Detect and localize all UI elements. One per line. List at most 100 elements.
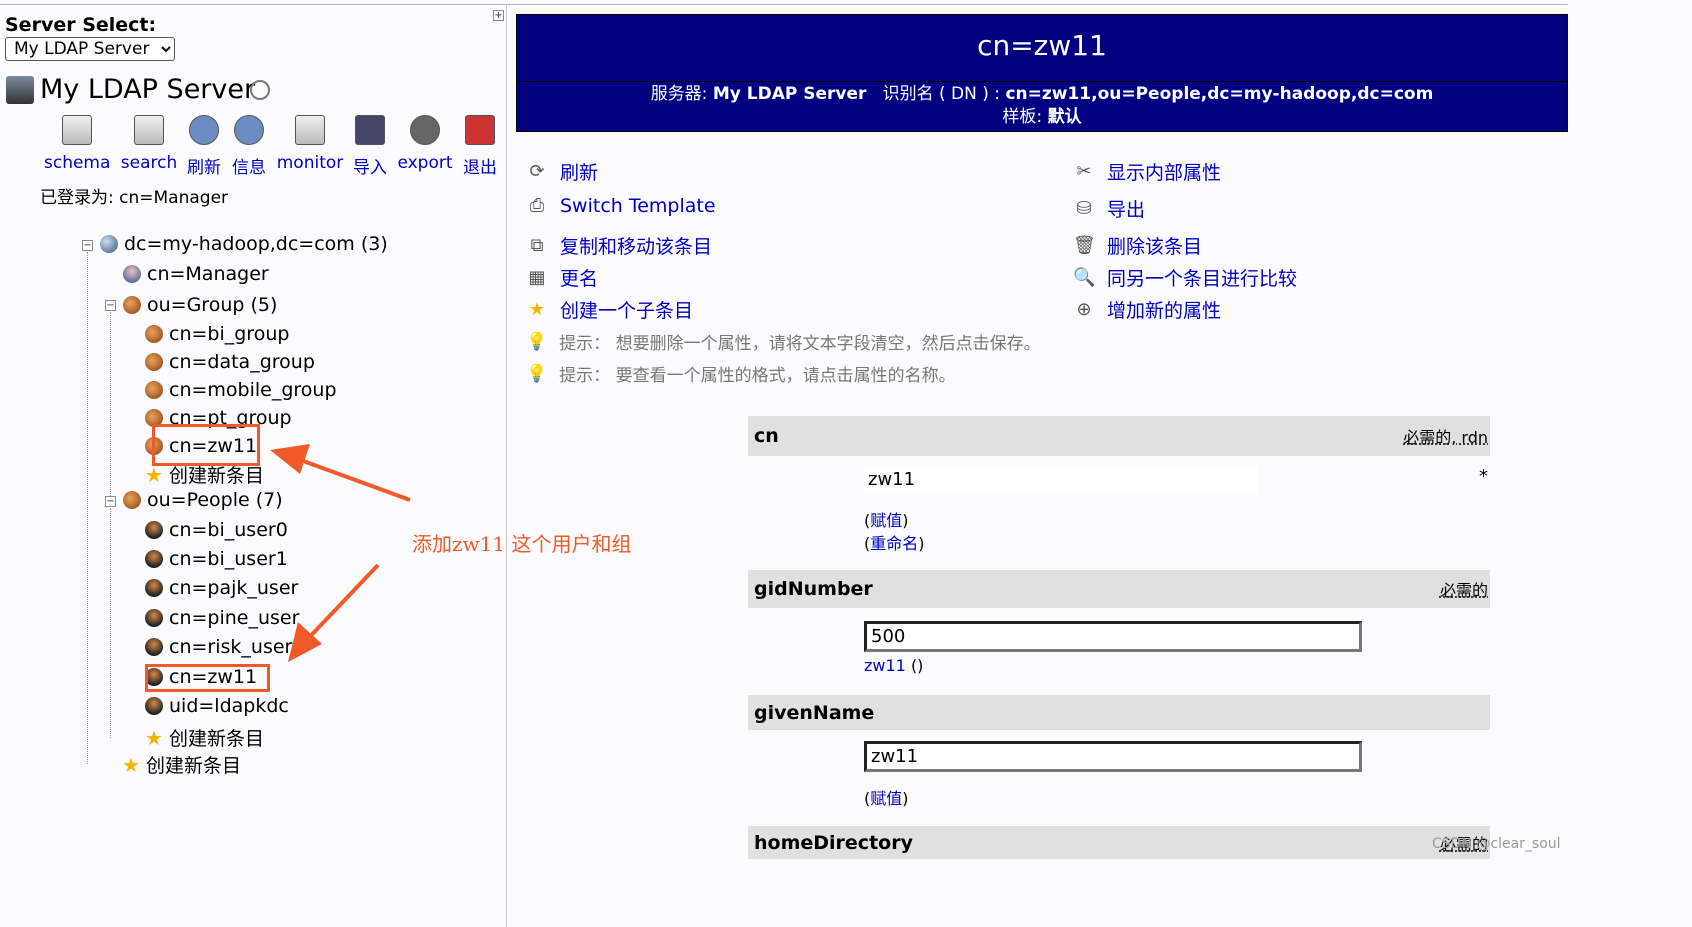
tree-item-group-entry[interactable]: cn=bi_group [145,323,289,345]
tree-line [110,312,111,502]
monitor-icon [295,115,325,145]
user-icon [145,521,163,539]
logged-in-as: 已登录为: cn=Manager [40,188,229,208]
action-add-attribute[interactable]: ⊕ 增加新的属性 [1073,296,1221,323]
gidnumber-input[interactable] [864,621,1362,652]
attr-name[interactable]: homeDirectory [754,832,913,854]
schema-icon [62,115,92,145]
cn-rdn-marker: * [1479,466,1488,487]
arrow-line [300,563,380,647]
add-attribute-icon: ⊕ [1076,298,1092,320]
export-icon [410,115,440,145]
annotation-text: 添加zw11 这个用户和组 [412,532,632,556]
action-switch-template[interactable]: ⎙ Switch Template [526,195,716,217]
toolbar-monitor[interactable]: monitor [276,115,344,173]
tree-item-group-entry[interactable]: cn=mobile_group [145,379,337,401]
dn-value: cn=zw11,ou=People,dc=my-hadoop,dc=com [1005,84,1434,104]
attr-name[interactable]: cn [754,425,779,447]
info-icon [234,115,264,145]
user-icon [145,550,163,568]
toolbar-schema[interactable]: schema [44,115,110,173]
server-title: My LDAP Server [40,74,256,105]
group-icon [145,353,163,371]
lightbulb-icon: 💡 [526,331,548,352]
cn-rename-link[interactable]: (重命名) [864,530,925,554]
toolbar-logout[interactable]: 退出 [460,115,500,178]
rename-icon: ▦ [528,266,546,288]
cn-assign-link[interactable]: (赋值) [864,507,909,531]
tree-line [110,508,111,738]
refresh-icon: ⟳ [529,160,545,182]
tree-item-people[interactable]: ou=People (7) [123,489,283,511]
user-icon [145,609,163,627]
collapse-toggle[interactable]: − [105,300,116,311]
user-icon [123,265,141,283]
action-star[interactable]: ★ 创建一个子条目 [526,296,693,323]
lightbulb-icon: 💡 [526,363,548,384]
action-compare[interactable]: 🔍 同另一个条目进行比较 [1073,264,1297,291]
toolbar-import[interactable]: 导入 [350,115,390,178]
search-icon [134,115,164,145]
watermark: CSDN @clear_soul [1432,836,1561,852]
expand-panel-button[interactable]: + [493,10,504,21]
givenname-assign-link[interactable]: (赋值) [864,785,909,809]
tree-item-group-entry[interactable]: cn=data_group [145,351,315,373]
cn-value: zw11 [864,466,1258,494]
tree-root[interactable]: dc=my-hadoop,dc=com (3) [100,233,388,255]
group-icon [123,296,141,314]
user-icon [145,697,163,715]
entry-banner: cn=zw11 服务器: My LDAP Server 识别名 ( DN ) :… [516,14,1568,132]
toolbar-info[interactable]: 信息 [229,115,269,178]
star-icon: ★ [122,752,140,777]
tools-icon: ✂ [1076,160,1092,182]
tree-item-user[interactable]: uid=ldapkdc [145,695,289,717]
refresh-icon [189,115,219,145]
tree-item-manager[interactable]: cn=Manager [123,263,269,285]
server-select[interactable]: My LDAP Server [5,37,175,61]
arrow-line [294,456,411,502]
tree-create-people-entry[interactable]: ★ 创建新条目 [145,724,264,751]
toolbar-export[interactable]: export [396,115,454,173]
hint-2: 💡 提示： 要查看一个属性的格式，请点击属性的名称。 [526,363,956,387]
template-label: 样板: [1002,107,1043,127]
action-tools[interactable]: ✂ 显示内部属性 [1073,158,1221,185]
tree-item-group[interactable]: ou=Group (5) [123,294,277,316]
action-export[interactable]: ⛁ 导出 [1073,195,1145,222]
action-trash[interactable]: 🗑 删除该条目 [1073,232,1202,259]
compare-icon: 🔍 [1073,266,1096,288]
tree-line [87,252,88,764]
clock-icon[interactable] [250,80,270,100]
attr-name[interactable]: gidNumber [754,578,873,600]
banner-divider [517,81,1567,82]
server-select-label: Server Select: [5,14,157,36]
import-icon [355,115,385,145]
copy-move-icon: ⧉ [530,234,544,256]
highlight-box [152,424,260,466]
entry-title: cn=zw11 [977,29,1107,62]
tree-create-entry[interactable]: ★ 创建新条目 [122,751,241,778]
server-value: My LDAP Server [712,84,867,104]
action-copy-move[interactable]: ⧉ 复制和移动该条目 [526,232,712,259]
server-label: 服务器: [650,84,708,104]
attr-name[interactable]: givenName [754,702,874,724]
gidnumber-group-link[interactable]: zw11 () [864,656,923,675]
switch-template-icon: ⎙ [529,195,545,216]
attr-header-homedirectory: homeDirectory 必需的 [748,826,1490,859]
star-icon: ★ [528,298,546,320]
trash-icon: 🗑 [1073,234,1096,256]
action-refresh[interactable]: ⟳ 刷新 [526,158,598,185]
collapse-toggle[interactable]: − [105,496,116,507]
action-rename[interactable]: ▦ 更名 [526,264,598,291]
template-value: 默认 [1047,107,1082,127]
group-icon [145,381,163,399]
group-name: zw11 [864,656,906,675]
star-icon: ★ [145,462,163,487]
arrow-head [270,444,310,474]
givenname-input[interactable] [864,741,1362,772]
paren: () [910,656,924,675]
toolbar-search[interactable]: search [118,115,180,173]
toolbar-refresh[interactable]: 刷新 [184,115,224,178]
collapse-toggle[interactable]: − [82,240,93,251]
attr-header-cn: cn 必需的, rdn [748,416,1490,456]
attr-header-givenname: givenName [748,695,1490,730]
